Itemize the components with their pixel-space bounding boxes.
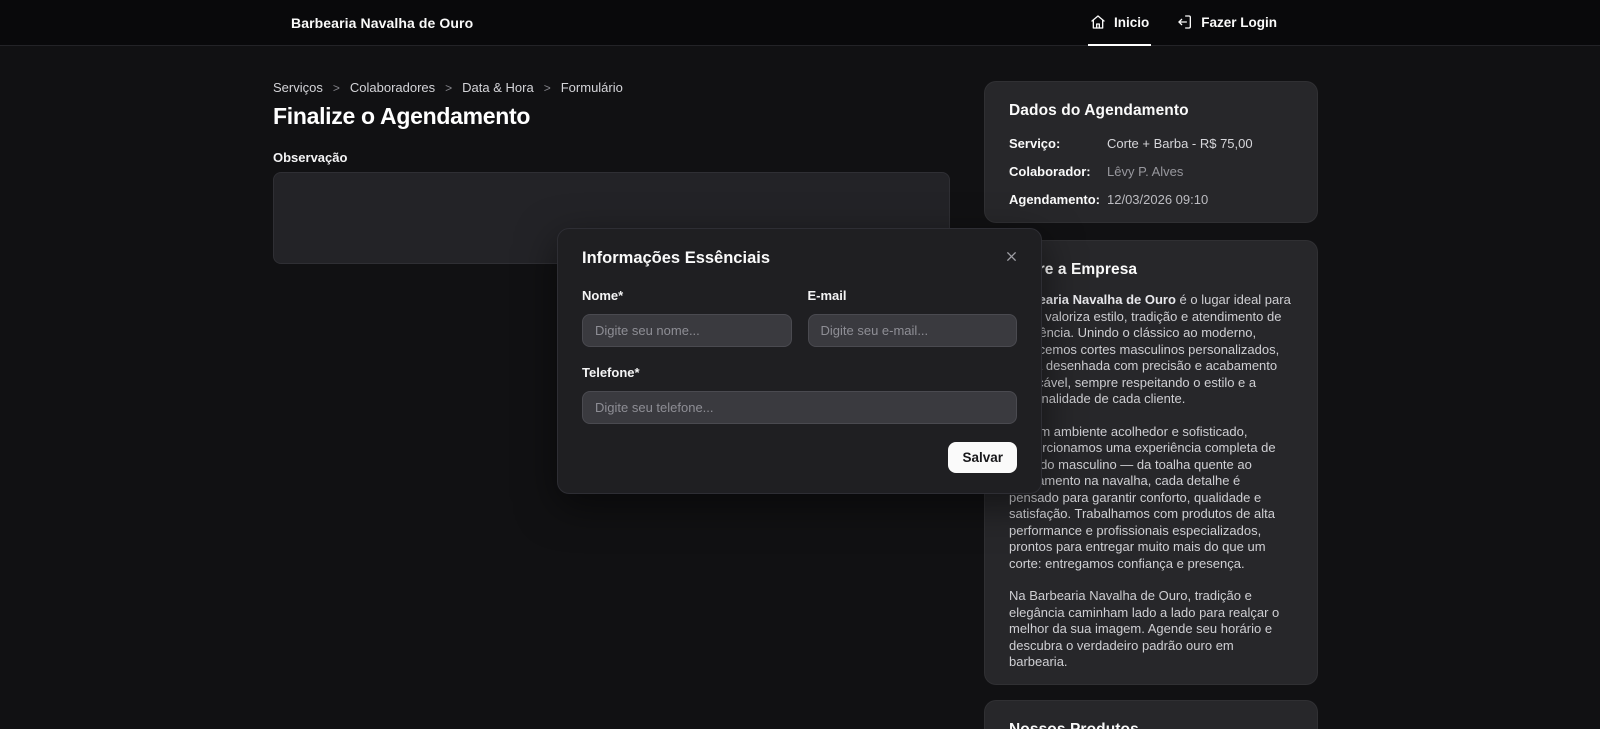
products-card-title: Nossos Produtos bbox=[1009, 721, 1293, 729]
about-paragraph-3: Na Barbearia Navalha de Ouro, tradição e… bbox=[1009, 588, 1293, 671]
about-card-title: Sobre a Empresa bbox=[1009, 261, 1293, 279]
email-label: E-mail bbox=[808, 288, 1018, 303]
nav-inicio-label: Inicio bbox=[1114, 15, 1149, 30]
booking-row-value: 12/03/2026 09:10 bbox=[1107, 192, 1293, 207]
booking-row-agendamento: Agendamento: 12/03/2026 09:10 bbox=[1009, 192, 1293, 207]
booking-card-title: Dados do Agendamento bbox=[1009, 102, 1293, 120]
booking-row-value: Lêvy P. Alves bbox=[1107, 164, 1293, 179]
breadcrumb: Serviços > Colaboradores > Data & Hora >… bbox=[273, 80, 623, 95]
email-field-group: E-mail bbox=[808, 288, 1018, 347]
header: Barbearia Navalha de Ouro Inicio Fazer L… bbox=[0, 0, 1600, 46]
modal-fields-row: Nome* E-mail bbox=[582, 288, 1017, 347]
breadcrumb-formulario: Formulário bbox=[561, 80, 623, 95]
booking-row-label: Serviço: bbox=[1009, 136, 1107, 151]
nav-inicio[interactable]: Inicio bbox=[1088, 0, 1151, 46]
booking-row-label: Agendamento: bbox=[1009, 192, 1107, 207]
name-input[interactable] bbox=[582, 314, 792, 347]
email-input[interactable] bbox=[808, 314, 1018, 347]
modal-header: Informações Essênciais bbox=[582, 249, 1017, 268]
home-icon bbox=[1090, 14, 1106, 30]
page-title: Finalize o Agendamento bbox=[273, 103, 530, 130]
close-icon[interactable] bbox=[1002, 247, 1021, 266]
booking-row-servico: Serviço: Corte + Barba - R$ 75,00 bbox=[1009, 136, 1293, 151]
breadcrumb-separator: > bbox=[544, 81, 551, 95]
name-field-group: Nome* bbox=[582, 288, 792, 347]
about-paragraph-1-text: é o lugar ideal para quem valoriza estil… bbox=[1009, 292, 1291, 406]
name-label: Nome* bbox=[582, 288, 792, 303]
nav-fazer-login[interactable]: Fazer Login bbox=[1175, 0, 1279, 46]
phone-label: Telefone* bbox=[582, 365, 1017, 380]
booking-card: Dados do Agendamento Serviço: Corte + Ba… bbox=[984, 81, 1318, 223]
app-root: Barbearia Navalha de Ouro Inicio Fazer L… bbox=[0, 0, 1600, 729]
about-paragraph-1: Barbearia Navalha de Ouro é o lugar idea… bbox=[1009, 292, 1293, 408]
booking-row-label: Colaborador: bbox=[1009, 164, 1107, 179]
phone-input[interactable] bbox=[582, 391, 1017, 424]
observation-label: Observação bbox=[273, 150, 347, 165]
booking-rows: Serviço: Corte + Barba - R$ 75,00 Colabo… bbox=[1009, 136, 1293, 207]
header-nav: Inicio Fazer Login bbox=[1088, 0, 1279, 46]
essential-info-modal: Informações Essênciais Nome* E-mail Tele… bbox=[557, 228, 1042, 494]
breadcrumb-colaboradores[interactable]: Colaboradores bbox=[350, 80, 435, 95]
breadcrumb-data-hora[interactable]: Data & Hora bbox=[462, 80, 534, 95]
about-paragraph-2: Em um ambiente acolhedor e sofisticado, … bbox=[1009, 424, 1293, 573]
breadcrumb-servicos[interactable]: Serviços bbox=[273, 80, 323, 95]
booking-row-value: Corte + Barba - R$ 75,00 bbox=[1107, 136, 1293, 151]
products-card: Nossos Produtos bbox=[984, 700, 1318, 729]
login-icon bbox=[1177, 14, 1193, 30]
phone-field-group: Telefone* bbox=[582, 365, 1017, 424]
nav-fazer-login-label: Fazer Login bbox=[1201, 15, 1277, 30]
breadcrumb-separator: > bbox=[445, 81, 452, 95]
modal-title: Informações Essênciais bbox=[582, 249, 770, 268]
brand-link[interactable]: Barbearia Navalha de Ouro bbox=[291, 0, 473, 46]
breadcrumb-separator: > bbox=[333, 81, 340, 95]
modal-footer: Salvar bbox=[582, 442, 1017, 473]
save-button[interactable]: Salvar bbox=[948, 442, 1017, 473]
booking-row-colaborador: Colaborador: Lêvy P. Alves bbox=[1009, 164, 1293, 179]
